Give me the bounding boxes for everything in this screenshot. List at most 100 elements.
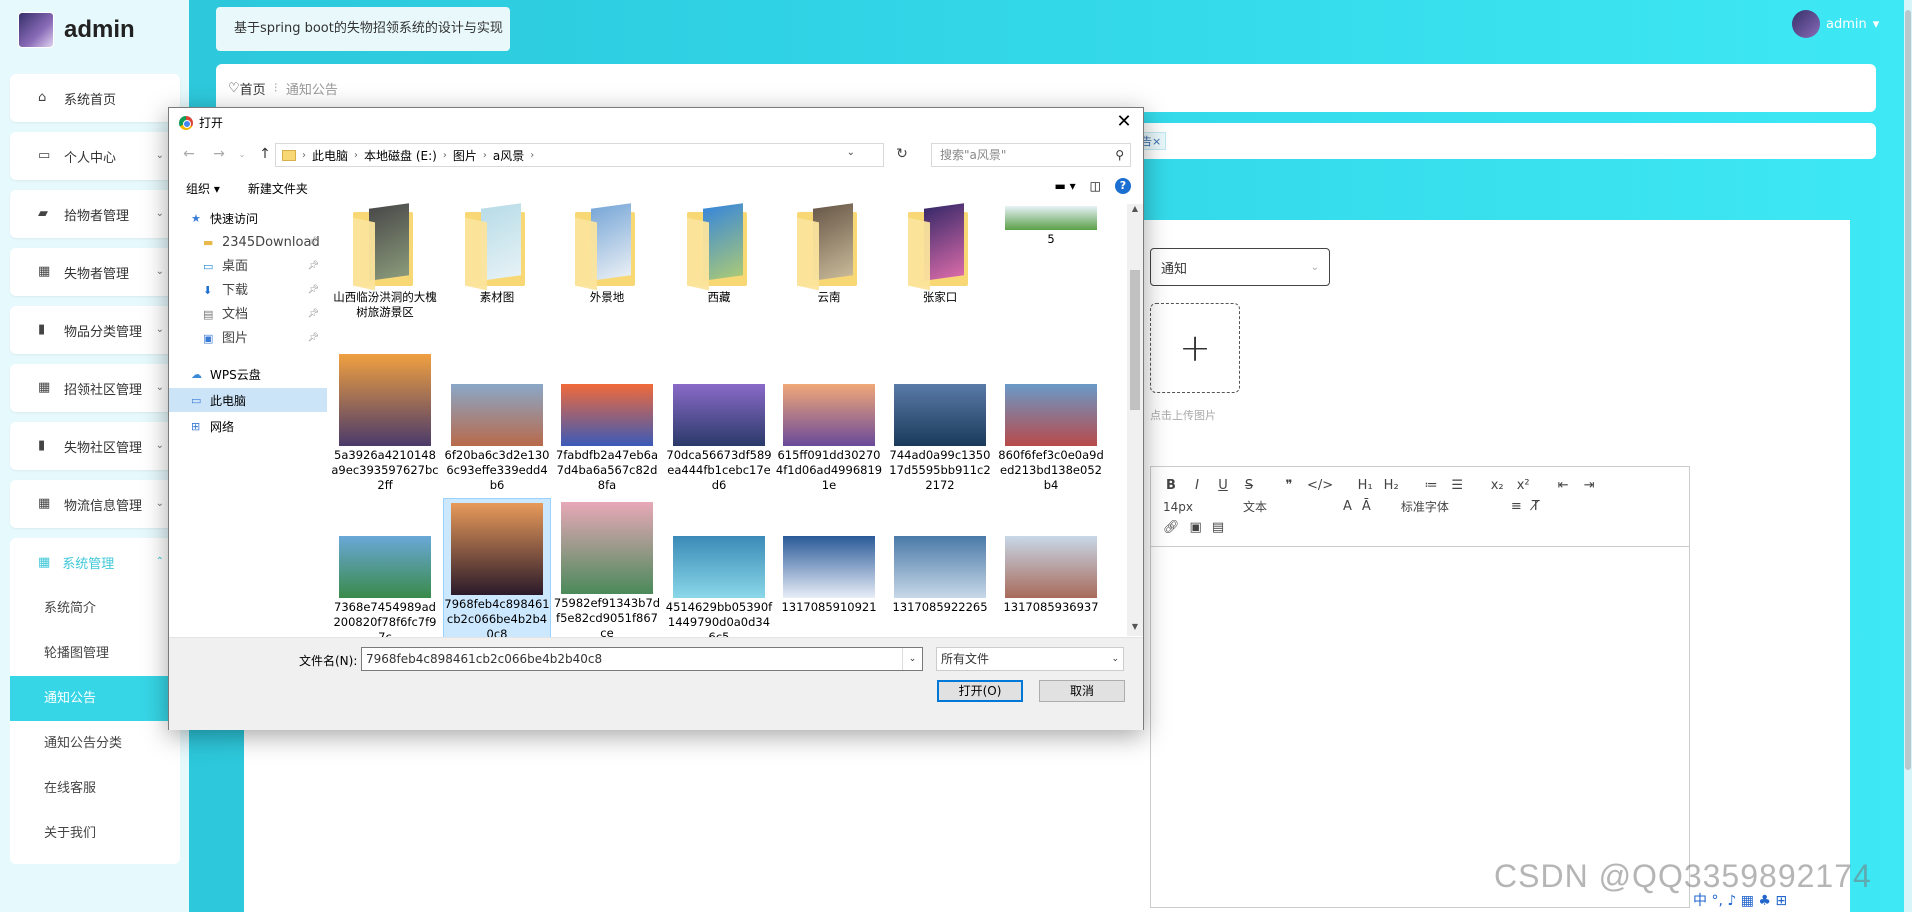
sidebar-subitem[interactable]: 轮播图管理 xyxy=(10,631,180,676)
cancel-button[interactable]: 取消 xyxy=(1039,680,1125,702)
bullet-list-button[interactable]: ☰ xyxy=(1449,478,1465,493)
page-scrollbar[interactable] xyxy=(1904,0,1912,912)
image-icon[interactable]: ▣ xyxy=(1190,520,1202,535)
nav-item[interactable]: ▭ 此电脑 xyxy=(169,388,327,412)
folder-item[interactable]: 素材图 xyxy=(443,203,551,316)
pin-icon[interactable]: 📌︎ xyxy=(308,316,319,361)
quote-button[interactable]: ❞ xyxy=(1281,478,1297,493)
file-item[interactable]: 615ff091dd302704f1d06ad49968191e xyxy=(775,352,883,494)
code-button[interactable]: </> xyxy=(1307,478,1333,493)
filename-input[interactable]: 7968feb4c898461cb2c066be4b2b40c8 ⌄ xyxy=(361,647,923,671)
new-folder-button[interactable]: 新建文件夹 xyxy=(248,180,308,197)
sidebar-item[interactable]: ▦ 物流信息管理 ⌄ xyxy=(10,480,180,528)
nav-item[interactable]: ⊞ 网络 xyxy=(169,414,327,438)
font-size-select[interactable]: 14px xyxy=(1163,500,1233,514)
subscript-button[interactable]: x₂ xyxy=(1489,478,1505,493)
sidebar-item[interactable]: ▭ 个人中心 ⌄ xyxy=(10,132,180,180)
file-item[interactable]: 70dca56673df589ea444fb1cebc17ed6 xyxy=(665,352,773,494)
back-arrow-icon[interactable]: ← xyxy=(177,146,201,162)
file-item[interactable]: 7368e7454989ad200820f78f6fc7f97c xyxy=(331,498,439,638)
sidebar-item[interactable]: ▰ 拾物者管理 ⌄ xyxy=(10,190,180,238)
font-color-icon[interactable]: A xyxy=(1343,499,1352,514)
chevron-down-icon[interactable]: ⌄ xyxy=(847,147,855,158)
address-crumb[interactable]: 本地磁盘 (E:) xyxy=(364,147,437,164)
file-item[interactable]: 75982ef91343b7df5e82cd9051f867ce xyxy=(553,498,661,638)
sidebar-item[interactable]: ▮ 失物社区管理 ⌄ xyxy=(10,422,180,470)
file-grid-scrollbar[interactable]: ▲ ▼ xyxy=(1127,204,1143,636)
nav-item[interactable]: ☁ WPS云盘 xyxy=(169,362,327,386)
help-icon[interactable]: ? xyxy=(1115,178,1131,194)
folder-item[interactable]: 山西临汾洪洞的大槐树旅游景区 xyxy=(331,203,439,319)
file-item[interactable]: 744ad0a99c135017d5595bb911c22172 xyxy=(886,352,994,494)
link-icon[interactable]: 🔗︎ xyxy=(1163,520,1180,535)
scrollbar-thumb[interactable] xyxy=(1130,270,1140,410)
folder-item[interactable]: 西藏 xyxy=(665,203,773,316)
address-crumb[interactable]: 图片 xyxy=(453,147,477,164)
background-color-icon[interactable]: Ā xyxy=(1362,499,1371,514)
ordered-list-button[interactable]: ≔ xyxy=(1423,478,1439,493)
file-item[interactable]: 7fabdfb2a47eb6a7d4ba6a567c82d8fa xyxy=(553,352,661,494)
organize-button[interactable]: 组织 ▾ xyxy=(186,180,220,197)
clear-format-icon[interactable]: T̸ xyxy=(1532,499,1540,514)
file-item[interactable]: 1317085910921 xyxy=(775,498,883,638)
close-icon[interactable]: ✕ xyxy=(1113,111,1135,132)
forward-arrow-icon[interactable]: → xyxy=(207,146,231,162)
file-item[interactable]: 5 xyxy=(997,206,1105,316)
refresh-icon[interactable]: ↻ xyxy=(889,146,915,166)
sidebar-item-system[interactable]: ▦ 系统管理 ⌃ xyxy=(10,538,180,586)
video-icon[interactable]: ▤ xyxy=(1212,520,1224,535)
address-crumb[interactable]: a风景 xyxy=(493,147,524,164)
sidebar-item[interactable]: ▦ 失物者管理 ⌄ xyxy=(10,248,180,296)
file-item[interactable]: 6f20ba6c3d2e1306c93effe339edd4b6 xyxy=(443,352,551,494)
chevron-down-icon[interactable]: ⌄ xyxy=(902,648,922,670)
avatar[interactable] xyxy=(1792,10,1820,38)
h2-button[interactable]: H₂ xyxy=(1383,478,1399,493)
sidebar-subitem[interactable]: 通知公告分类 xyxy=(10,721,180,766)
image-upload-button[interactable]: + xyxy=(1150,303,1240,393)
folder-item[interactable]: 云南 xyxy=(775,203,883,316)
user-menu[interactable]: admin ▾ xyxy=(1792,10,1879,38)
indent-button[interactable]: ⇥ xyxy=(1581,478,1597,493)
address-bar[interactable]: › 此电脑 › 本地磁盘 (E:) › 图片 › a风景 › ⌄ ↻ xyxy=(275,143,908,167)
address-crumb[interactable]: 此电脑 xyxy=(312,147,348,164)
sidebar-item[interactable]: ▮ 物品分类管理 ⌄ xyxy=(10,306,180,354)
preview-pane-icon[interactable]: ◫ xyxy=(1090,179,1101,193)
nav-item[interactable]: ▣ 图片 📌︎ xyxy=(169,326,327,350)
file-item[interactable]: 5a3926a4210148a9ec393597627bc2ff xyxy=(331,352,439,494)
scroll-down-icon[interactable]: ▼ xyxy=(1127,622,1143,636)
sidebar-item[interactable]: ▦ 招领社区管理 ⌄ xyxy=(10,364,180,412)
sidebar-subitem[interactable]: 通知公告 xyxy=(10,676,180,721)
align-icon[interactable]: ≡ xyxy=(1511,499,1522,514)
user-name[interactable]: admin xyxy=(1826,17,1867,32)
sidebar-subitem[interactable]: 系统简介 xyxy=(10,586,180,631)
h1-button[interactable]: H₁ xyxy=(1357,478,1373,493)
file-item[interactable]: 7968feb4c898461cb2c066be4b2b40c8 xyxy=(443,498,551,638)
up-arrow-icon[interactable]: ↑ xyxy=(253,146,277,162)
font-family-select[interactable]: 标准字体 xyxy=(1401,498,1501,515)
folder-item[interactable]: 张家口 xyxy=(886,203,994,316)
filetype-select[interactable]: 所有文件 ⌄ xyxy=(936,647,1124,671)
rich-text-editor[interactable]: B I U S ❞ </> H₁ H₂ ≔ ☰ x₂ x² ⇤ ⇥ 14px 文本 A Ā 标准字体 ≡ … xyxy=(1150,466,1690,908)
folder-item[interactable]: 外景地 xyxy=(553,203,661,316)
scroll-up-icon[interactable]: ▲ xyxy=(1127,204,1143,218)
file-item[interactable]: 4514629bb05390f1449790d0a0d346c5 xyxy=(665,498,773,638)
view-menu-icon[interactable]: ▬ ▾ xyxy=(1054,179,1075,193)
search-icon[interactable]: ⚲ xyxy=(1115,144,1124,166)
recent-dropdown-icon[interactable]: ⌄ xyxy=(237,150,247,159)
file-item[interactable]: 1317085922265 xyxy=(886,498,994,638)
italic-button[interactable]: I xyxy=(1189,478,1205,493)
outdent-button[interactable]: ⇤ xyxy=(1555,478,1571,493)
file-item[interactable]: 860f6fef3c0e0a9ded213bd138e052b4 xyxy=(997,352,1105,494)
search-input[interactable]: 搜索"a风景" ⚲ xyxy=(931,143,1131,167)
page-scrollbar-thumb[interactable] xyxy=(1905,10,1911,770)
file-item[interactable]: 1317085936937 xyxy=(997,498,1105,638)
strike-button[interactable]: S xyxy=(1241,478,1257,493)
underline-button[interactable]: U xyxy=(1215,478,1231,493)
text-style-select[interactable]: 文本 xyxy=(1243,498,1333,515)
type-select[interactable]: 通知 ⌄ xyxy=(1150,248,1330,286)
open-button[interactable]: 打开(O) xyxy=(937,680,1023,702)
superscript-button[interactable]: x² xyxy=(1515,478,1531,493)
sidebar-subitem[interactable]: 关于我们 xyxy=(10,811,180,856)
sidebar-subitem[interactable]: 在线客服 xyxy=(10,766,180,811)
bold-button[interactable]: B xyxy=(1163,478,1179,493)
